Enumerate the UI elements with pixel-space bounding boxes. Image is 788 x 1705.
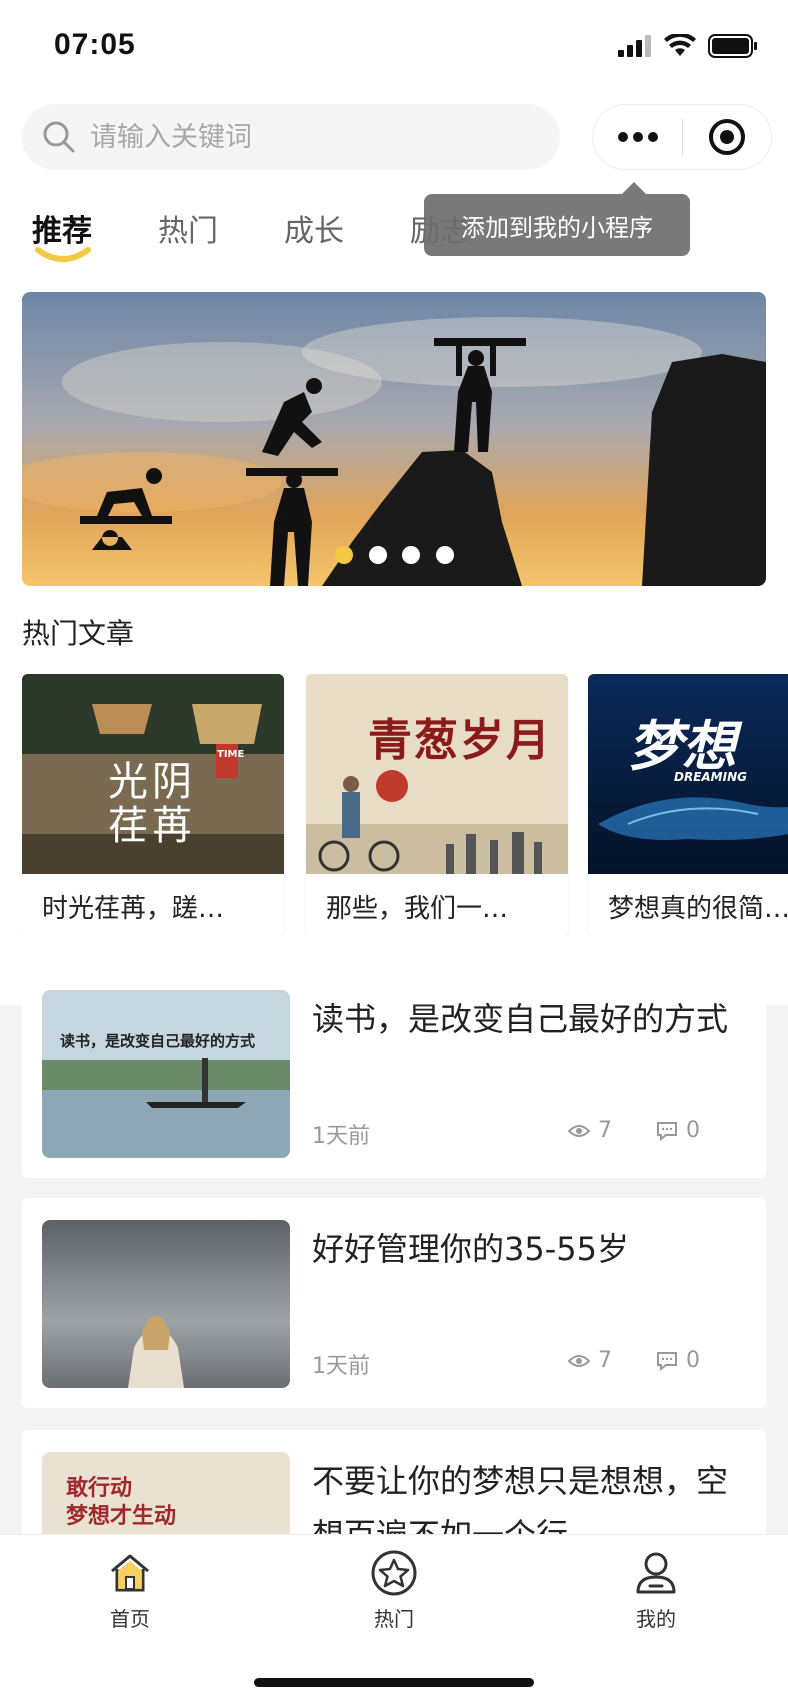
signal-icon xyxy=(618,35,651,57)
hot-article-title: 时光荏苒，蹉… xyxy=(42,894,225,924)
article-view-count: 7 xyxy=(598,1118,612,1143)
comment-icon xyxy=(657,1351,677,1371)
eye-icon xyxy=(568,1354,590,1367)
comment-icon xyxy=(657,1121,677,1141)
article-time: 1天前 xyxy=(312,1354,370,1379)
tab-recommend[interactable]: 推荐 xyxy=(32,206,92,250)
tabbar-mine-label: 我的 xyxy=(636,1607,676,1631)
article-thumbnail-text: 梦想才生动 xyxy=(66,1504,177,1529)
hot-article-image: 梦想 DREAMING xyxy=(588,674,788,874)
article-views: 7 xyxy=(568,1118,612,1143)
banner-dot-2[interactable] xyxy=(369,546,387,564)
article-thumbnail xyxy=(42,1220,290,1388)
article-title: 读书，是改变自己最好的方式 xyxy=(312,1000,729,1038)
target-icon xyxy=(708,119,745,155)
tooltip-arrow xyxy=(622,182,646,194)
article-time: 1天前 xyxy=(312,1124,370,1149)
close-button[interactable] xyxy=(683,104,771,170)
more-dots-icon xyxy=(617,132,658,142)
search-icon xyxy=(43,121,75,153)
hot-article-image-text: 青葱岁月 xyxy=(368,715,552,766)
article-title: 好好管理你的35-55岁 xyxy=(312,1230,629,1268)
hot-article-image-badge: TIME xyxy=(217,749,245,760)
search-bar[interactable] xyxy=(22,104,560,170)
hot-article-card[interactable]: 光阴荏苒 TIME 时光荏苒，蹉… xyxy=(22,674,284,936)
tab-growth[interactable]: 成长 xyxy=(284,206,344,250)
home-icon xyxy=(111,1554,149,1592)
banner-image xyxy=(22,292,766,586)
banner-carousel[interactable] xyxy=(22,292,766,586)
wifi-icon xyxy=(664,34,696,56)
status-bar: 07:05 xyxy=(0,0,788,96)
banner-dot-4[interactable] xyxy=(436,546,454,564)
hot-article-image-text: 光阴荏苒 xyxy=(108,759,196,849)
banner-pagination xyxy=(0,546,788,566)
hot-article-image: 青葱岁月 xyxy=(306,674,568,874)
article-views: 7 xyxy=(568,1348,612,1373)
hot-articles-title: 热门文章 xyxy=(22,617,135,650)
mini-program-capsule xyxy=(592,104,772,170)
star-icon xyxy=(371,1550,417,1596)
hot-article-image: 光阴荏苒 TIME xyxy=(22,674,284,874)
hot-article-title: 梦想真的很简… xyxy=(608,894,788,924)
tabbar-hot-label: 热门 xyxy=(374,1607,414,1631)
hot-article-card[interactable]: 梦想 DREAMING 梦想真的很简… xyxy=(588,674,788,936)
hot-article-image-subtext: DREAMING xyxy=(674,770,747,784)
article-comments: 0 xyxy=(656,1348,700,1373)
article-comments: 0 xyxy=(656,1118,700,1143)
tab-hot[interactable]: 热门 xyxy=(158,206,218,250)
article-comment-count: 0 xyxy=(686,1348,700,1373)
article-view-count: 7 xyxy=(598,1348,612,1373)
active-tab-indicator xyxy=(35,247,91,262)
status-icons xyxy=(618,34,758,58)
status-time: 07:05 xyxy=(54,28,136,61)
banner-dot-3[interactable] xyxy=(402,546,420,564)
article-item[interactable]: 读书，是改变自己最好的方式 读书，是改变自己最好的方式 1天前 7 0 xyxy=(22,968,766,1178)
app-root: 07:05 请输入关键词 推荐 热门 成长 添加到我的小程序 热门文章 光阴荏苒… xyxy=(0,0,788,1705)
tabbar-home[interactable]: 首页 xyxy=(70,1549,190,1632)
banner-dot-1[interactable] xyxy=(335,546,353,564)
add-to-my-miniprogram-tooltip: 添加到我的小程序 xyxy=(424,194,690,256)
hot-articles-carousel: 光阴荏苒 TIME 时光荏苒，蹉… 青葱岁月 那些，我们一… 梦想 DREAMI… xyxy=(22,674,788,936)
hot-article-card[interactable]: 青葱岁月 那些，我们一… xyxy=(306,674,568,936)
hot-article-title: 那些，我们一… xyxy=(326,894,509,924)
article-comment-count: 0 xyxy=(686,1118,700,1143)
tooltip-text: 添加到我的小程序 xyxy=(461,213,653,242)
tabbar-home-label: 首页 xyxy=(110,1607,150,1631)
tabbar-hot[interactable]: 热门 xyxy=(334,1549,454,1632)
more-button[interactable] xyxy=(593,104,682,170)
eye-icon xyxy=(568,1124,590,1137)
article-thumbnail-text: 读书，是改变自己最好的方式 xyxy=(60,1032,256,1050)
search-input[interactable] xyxy=(90,121,510,153)
tabbar-mine[interactable]: 我的 xyxy=(596,1549,716,1632)
battery-icon xyxy=(708,34,757,58)
user-icon xyxy=(636,1552,676,1594)
article-item[interactable]: 好好管理你的35-55岁 1天前 7 0 xyxy=(22,1198,766,1408)
home-indicator xyxy=(254,1678,534,1687)
article-thumbnail: 读书，是改变自己最好的方式 xyxy=(42,990,290,1158)
